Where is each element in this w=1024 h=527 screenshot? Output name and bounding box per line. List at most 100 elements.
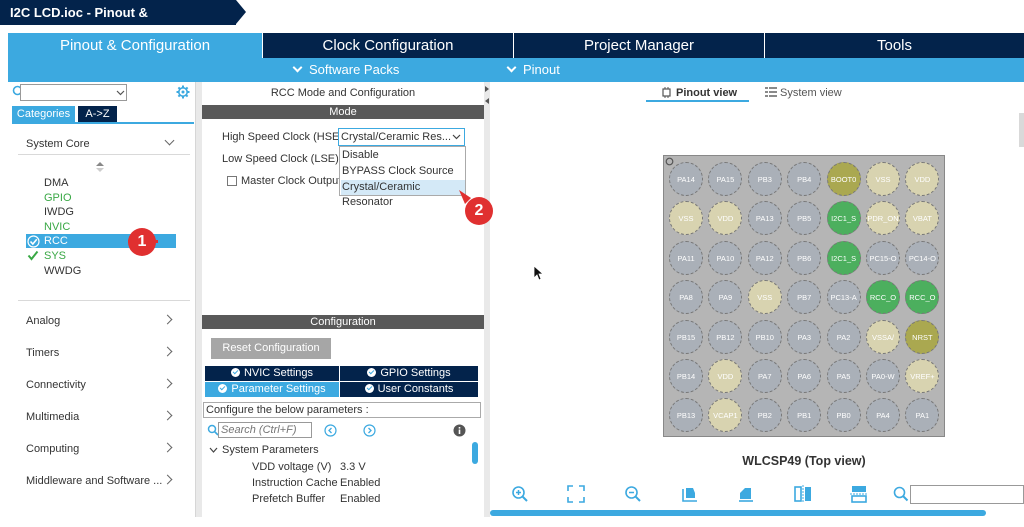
zoom-in-icon[interactable] xyxy=(511,485,529,503)
tab-gpio-settings[interactable]: GPIO Settings xyxy=(340,366,478,381)
mirror-icon[interactable] xyxy=(794,485,812,503)
peripheral-wwdg[interactable]: WWDG xyxy=(44,265,81,277)
pin[interactable]: PA7 xyxy=(747,359,782,393)
tab-a-to-z[interactable]: A->Z xyxy=(78,106,117,122)
peripheral-dma[interactable]: DMA xyxy=(44,177,68,189)
tab-project-manager[interactable]: Project Manager xyxy=(514,33,764,58)
pin[interactable]: PC13-A xyxy=(826,280,861,315)
next-icon[interactable] xyxy=(363,424,376,437)
chevron-down-icon[interactable] xyxy=(209,447,218,454)
pin[interactable]: PA10 xyxy=(708,240,743,275)
flip-icon[interactable] xyxy=(850,485,868,503)
sort-icon[interactable] xyxy=(96,162,104,172)
peripheral-rcc[interactable]: RCC xyxy=(44,235,68,247)
export-icon[interactable] xyxy=(681,485,699,503)
rotate-icon[interactable] xyxy=(737,485,755,503)
peripheral-sys[interactable]: SYS xyxy=(44,250,66,262)
zoom-out-icon[interactable] xyxy=(624,485,642,503)
param-name: Instruction Cache xyxy=(252,477,338,489)
pin[interactable]: NRST xyxy=(905,319,940,354)
mode-header: Mode xyxy=(202,105,484,119)
parameter-search-input[interactable] xyxy=(218,422,312,438)
pin[interactable]: PA14 xyxy=(669,162,703,196)
dropdown-option-bypass[interactable]: BYPASS Clock Source xyxy=(341,164,465,179)
category-computing[interactable]: Computing xyxy=(26,443,79,455)
category-middleware[interactable]: Middleware and Software ... xyxy=(26,475,162,487)
param-value[interactable]: 3.3 V xyxy=(340,461,366,473)
tab-user-constants-label: User Constants xyxy=(377,383,454,395)
pin[interactable]: PB6 xyxy=(787,240,822,275)
info-icon[interactable] xyxy=(453,424,466,437)
search-input[interactable] xyxy=(20,84,127,101)
hse-select[interactable]: Crystal/Ceramic Res... xyxy=(338,128,465,146)
pin[interactable]: PA3 xyxy=(787,319,822,354)
peripheral-iwdg[interactable]: IWDG xyxy=(44,206,74,218)
pin[interactable]: PB3 xyxy=(747,162,782,196)
category-system-core[interactable]: System Core xyxy=(26,138,90,150)
category-analog[interactable]: Analog xyxy=(26,315,60,327)
pin[interactable]: PB4 xyxy=(787,162,822,196)
system-parameters-label: System Parameters xyxy=(222,444,319,456)
tab-tools[interactable]: Tools xyxy=(765,33,1024,58)
software-packs-menu[interactable]: Software Packs xyxy=(292,62,399,77)
pinout-search-input[interactable] xyxy=(910,485,1024,504)
tab-pinout-configuration[interactable]: Pinout & Configuration xyxy=(8,33,262,58)
dropdown-option-crystal[interactable]: Crystal/Ceramic Resonator xyxy=(341,180,465,208)
pin[interactable]: VSS xyxy=(866,162,900,196)
pin[interactable]: PA5 xyxy=(826,359,861,393)
pinout-menu[interactable]: Pinout xyxy=(506,62,560,77)
pin[interactable]: PB2 xyxy=(747,398,782,433)
previous-icon[interactable] xyxy=(324,424,337,437)
pin[interactable]: PC14-O xyxy=(905,240,940,275)
pin[interactable]: I2C1_S xyxy=(826,240,861,275)
mco-label: Master Clock Output xyxy=(241,175,342,187)
pin[interactable]: PA6 xyxy=(787,359,822,393)
pin[interactable]: BOOT0 xyxy=(826,162,861,196)
category-multimedia[interactable]: Multimedia xyxy=(26,411,79,423)
check-circle-icon xyxy=(218,384,228,393)
pin[interactable]: PA8 xyxy=(669,280,703,315)
horizontal-scrollbar[interactable] xyxy=(490,510,986,516)
fit-screen-icon[interactable] xyxy=(567,485,585,503)
mco-checkbox[interactable] xyxy=(227,176,237,186)
pin[interactable]: RCC_O xyxy=(866,280,900,315)
scrollbar[interactable] xyxy=(472,442,478,464)
tab-nvic-settings[interactable]: NVIC Settings xyxy=(205,366,339,381)
pin[interactable]: PB12 xyxy=(708,319,743,354)
gear-icon[interactable] xyxy=(176,85,190,99)
param-value[interactable]: Enabled xyxy=(340,477,380,489)
hse-select-value: Crystal/Ceramic Res... xyxy=(341,131,452,143)
pin[interactable]: I2C1_S xyxy=(826,201,861,236)
chevron-down-icon xyxy=(116,90,125,96)
category-timers[interactable]: Timers xyxy=(26,347,59,359)
pin[interactable]: PA0-W xyxy=(866,359,900,393)
pin[interactable]: PB14 xyxy=(669,359,703,393)
dropdown-option-disable[interactable]: Disable xyxy=(341,148,465,163)
tab-categories[interactable]: Categories xyxy=(12,106,75,122)
tab-user-constants[interactable]: User Constants xyxy=(340,382,478,397)
pin[interactable]: PA11 xyxy=(669,240,703,275)
pin[interactable]: PA2 xyxy=(826,319,861,354)
category-connectivity[interactable]: Connectivity xyxy=(26,379,86,391)
pin[interactable]: PC15-O xyxy=(866,240,900,275)
pin[interactable]: PB15 xyxy=(669,319,703,354)
pin[interactable]: PB0 xyxy=(826,398,861,433)
package-label: WLCSP49 (Top view) xyxy=(742,454,866,468)
reset-configuration-button[interactable]: Reset Configuration xyxy=(211,338,331,359)
peripheral-nvic[interactable]: NVIC xyxy=(44,221,70,233)
pin[interactable]: PB10 xyxy=(747,319,782,354)
tab-system-view[interactable]: System view xyxy=(780,87,842,99)
tab-parameter-settings[interactable]: Parameter Settings xyxy=(205,382,339,397)
vertical-scrollbar[interactable] xyxy=(1019,113,1024,147)
tabs-underline xyxy=(12,122,194,124)
pin[interactable]: PA13 xyxy=(747,201,782,236)
tab-pinout-view[interactable]: Pinout view xyxy=(676,87,737,99)
peripheral-gpio[interactable]: GPIO xyxy=(44,192,72,204)
pin[interactable]: VSS xyxy=(747,280,782,315)
param-name: Prefetch Buffer xyxy=(252,493,326,505)
pin[interactable]: PA12 xyxy=(747,240,782,275)
tab-clock-configuration[interactable]: Clock Configuration xyxy=(263,33,513,58)
breadcrumb-arrow xyxy=(236,0,246,24)
pin[interactable]: VSSA/ xyxy=(866,319,900,354)
param-value[interactable]: Enabled xyxy=(340,493,380,505)
